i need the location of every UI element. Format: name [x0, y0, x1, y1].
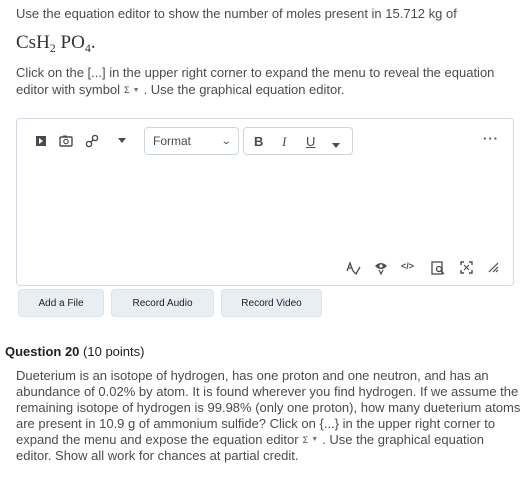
preview-icon[interactable]: [431, 261, 445, 275]
equation-symbol-icon: Σ ▼: [124, 85, 140, 95]
source-code-icon[interactable]: </>: [401, 261, 414, 271]
link-icon[interactable]: [85, 133, 99, 149]
editor-status-bar: </>: [17, 257, 513, 283]
text-style-dropdown-icon[interactable]: [332, 138, 340, 154]
record-audio-button[interactable]: Record Audio: [111, 289, 214, 317]
record-video-button[interactable]: Record Video: [221, 289, 322, 317]
editor-toolbar: Format ⌄ B I U ···: [17, 119, 513, 163]
image-icon[interactable]: [59, 133, 73, 149]
format-label: Format: [153, 134, 192, 148]
italic-button[interactable]: I: [282, 134, 286, 150]
rich-text-editor[interactable]: Format ⌄ B I U ··· </>: [16, 118, 514, 286]
fullscreen-icon[interactable]: [460, 261, 473, 274]
add-file-button[interactable]: Add a File: [18, 289, 104, 317]
text-style-group: B I U: [243, 127, 353, 155]
spellcheck-icon[interactable]: [345, 261, 361, 275]
accessibility-icon[interactable]: [374, 261, 388, 275]
resize-icon[interactable]: [487, 261, 499, 273]
more-options-icon[interactable]: ···: [483, 131, 499, 146]
question-body-text: Dueterium is an isotope of hydrogen, has…: [16, 368, 521, 463]
format-dropdown[interactable]: Format ⌄: [144, 127, 239, 155]
underline-button[interactable]: U: [306, 134, 315, 149]
chemical-formula: CsH2 PO4.: [16, 32, 96, 55]
bold-button[interactable]: B: [254, 134, 263, 149]
insert-stuff-icon[interactable]: [35, 133, 47, 149]
question-intro-text: Use the equation editor to show the numb…: [16, 6, 457, 21]
question-points: (10 points): [83, 344, 145, 359]
question-number: Question 20: [5, 344, 80, 359]
equation-symbol-icon: Σ ▼: [302, 435, 319, 445]
question-instructions: Click on the [...] in the upper right co…: [16, 65, 495, 97]
chevron-down-icon: ⌄: [220, 135, 232, 147]
dropdown-icon[interactable]: [118, 133, 126, 149]
question-heading: Question 20 (10 points): [5, 344, 144, 359]
